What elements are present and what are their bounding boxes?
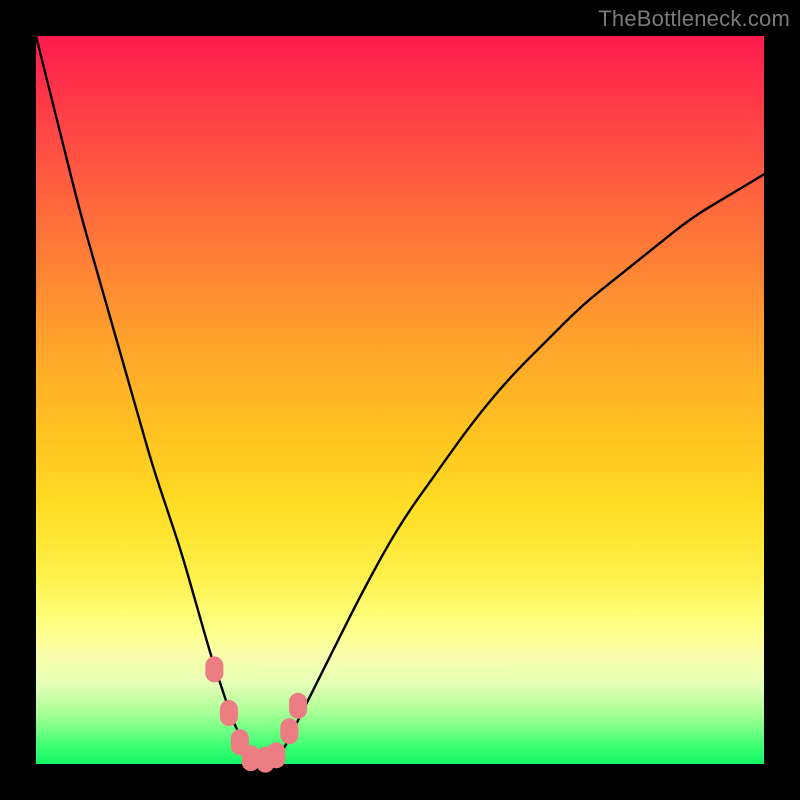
- bottleneck-curve: [36, 36, 764, 762]
- valley-marker: [220, 700, 238, 726]
- curve-layer: [36, 36, 764, 764]
- valley-marker: [289, 693, 307, 719]
- valley-marker: [205, 656, 223, 682]
- valley-marker: [280, 718, 298, 744]
- chart-frame: TheBottleneck.com: [0, 0, 800, 800]
- plot-area: [36, 36, 764, 764]
- valley-markers: [205, 656, 307, 772]
- valley-marker: [267, 742, 285, 768]
- watermark-text: TheBottleneck.com: [598, 6, 790, 32]
